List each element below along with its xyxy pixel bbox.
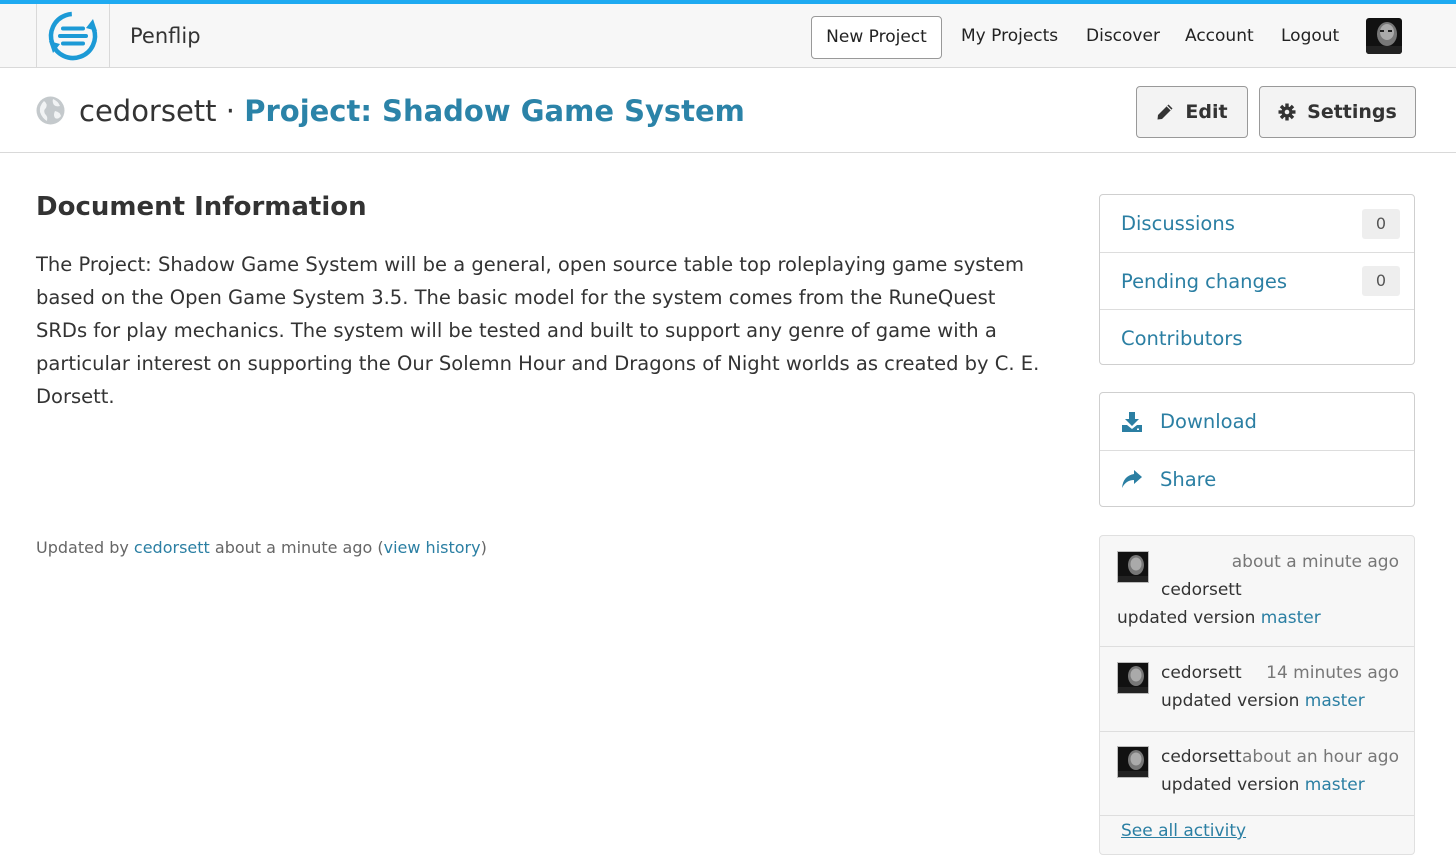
penflip-logo-icon bbox=[48, 11, 98, 61]
activity-action: updated version bbox=[1161, 691, 1305, 711]
activity-time: about an hour ago bbox=[1241, 747, 1399, 767]
pending-changes-label: Pending changes bbox=[1121, 269, 1288, 293]
navbar: Penflip New Project My Projects Discover… bbox=[0, 4, 1456, 68]
nav-logout[interactable]: Logout bbox=[1281, 4, 1339, 68]
updated-prefix: Updated by bbox=[36, 538, 134, 557]
new-project-button[interactable]: New Project bbox=[811, 16, 942, 59]
download-link[interactable]: Download bbox=[1100, 393, 1414, 450]
pencil-icon bbox=[1157, 104, 1173, 120]
avatar[interactable] bbox=[1117, 662, 1149, 694]
nav-my-projects[interactable]: My Projects bbox=[961, 4, 1058, 68]
contributors-label: Contributors bbox=[1121, 326, 1243, 350]
project-title-row: cedorsett · Project: Shadow Game System bbox=[79, 68, 745, 153]
pending-changes-link[interactable]: Pending changes 0 bbox=[1100, 252, 1414, 309]
title-separator: · bbox=[225, 94, 235, 128]
updated-info: Updated by cedorsett about a minute ago … bbox=[36, 538, 487, 557]
project-owner-link[interactable]: cedorsett bbox=[79, 94, 217, 128]
download-label: Download bbox=[1160, 410, 1257, 433]
discussions-label: Discussions bbox=[1121, 212, 1235, 235]
activity-action: updated version bbox=[1161, 775, 1305, 795]
activity-user-link[interactable]: cedorsett bbox=[1161, 747, 1242, 767]
avatar[interactable] bbox=[1117, 551, 1149, 583]
contributors-link[interactable]: Contributors bbox=[1100, 309, 1414, 364]
edit-label: Edit bbox=[1185, 101, 1228, 123]
activity-user-link[interactable]: cedorsett bbox=[1161, 580, 1242, 600]
activity-time: 14 minutes ago bbox=[1266, 663, 1399, 683]
avatar[interactable] bbox=[1117, 746, 1149, 778]
share-icon bbox=[1121, 469, 1149, 489]
user-avatar[interactable] bbox=[1366, 18, 1402, 54]
nav-account[interactable]: Account bbox=[1185, 4, 1254, 68]
share-link[interactable]: Share bbox=[1100, 450, 1414, 506]
version-link[interactable]: master bbox=[1305, 691, 1365, 711]
version-link[interactable]: master bbox=[1261, 608, 1321, 628]
settings-label: Settings bbox=[1307, 101, 1397, 123]
activity-user-link[interactable]: cedorsett bbox=[1161, 663, 1242, 683]
document-info-heading: Document Information bbox=[36, 192, 367, 222]
activity-text: updated version master bbox=[1161, 691, 1365, 711]
updated-user-link[interactable]: cedorsett bbox=[134, 538, 210, 557]
activity-item: about a minute ago cedorsett updated ver… bbox=[1100, 536, 1414, 647]
globe-icon bbox=[36, 96, 65, 125]
project-header: cedorsett · Project: Shadow Game System … bbox=[0, 68, 1456, 153]
updated-suffix: ) bbox=[480, 538, 487, 557]
brand-name[interactable]: Penflip bbox=[130, 4, 201, 68]
activity-text: updated version master bbox=[1117, 608, 1321, 628]
share-label: Share bbox=[1160, 467, 1217, 491]
avatar bbox=[1366, 18, 1402, 54]
edit-button[interactable]: Edit bbox=[1136, 86, 1248, 138]
actions-panel: Download Share bbox=[1099, 392, 1415, 507]
activity-item: cedorsett 14 minutes ago updated version… bbox=[1100, 647, 1414, 732]
gear-icon bbox=[1278, 103, 1296, 121]
download-icon bbox=[1121, 411, 1149, 433]
project-nav-panel: Discussions 0 Pending changes 0 Contribu… bbox=[1099, 194, 1415, 365]
activity-text: updated version master bbox=[1161, 775, 1365, 795]
view-history-link[interactable]: view history bbox=[384, 538, 481, 557]
logo-link[interactable] bbox=[36, 4, 110, 68]
activity-item: cedorsett about an hour ago updated vers… bbox=[1100, 732, 1414, 816]
updated-time: about a minute ago ( bbox=[209, 538, 384, 557]
activity-feed: about a minute ago cedorsett updated ver… bbox=[1099, 535, 1415, 855]
nav-discover[interactable]: Discover bbox=[1086, 4, 1160, 68]
version-link[interactable]: master bbox=[1305, 775, 1365, 795]
activity-time: about a minute ago bbox=[1231, 552, 1399, 572]
discussions-count-badge: 0 bbox=[1362, 208, 1400, 239]
activity-action: updated version bbox=[1117, 608, 1261, 628]
project-title-link[interactable]: Project: Shadow Game System bbox=[244, 94, 745, 128]
discussions-link[interactable]: Discussions 0 bbox=[1100, 195, 1414, 252]
pending-changes-count-badge: 0 bbox=[1362, 266, 1400, 296]
project-description: The Project: Shadow Game System will be … bbox=[36, 253, 1040, 408]
settings-button[interactable]: Settings bbox=[1259, 86, 1416, 138]
see-all-activity-link[interactable]: See all activity bbox=[1121, 821, 1246, 841]
